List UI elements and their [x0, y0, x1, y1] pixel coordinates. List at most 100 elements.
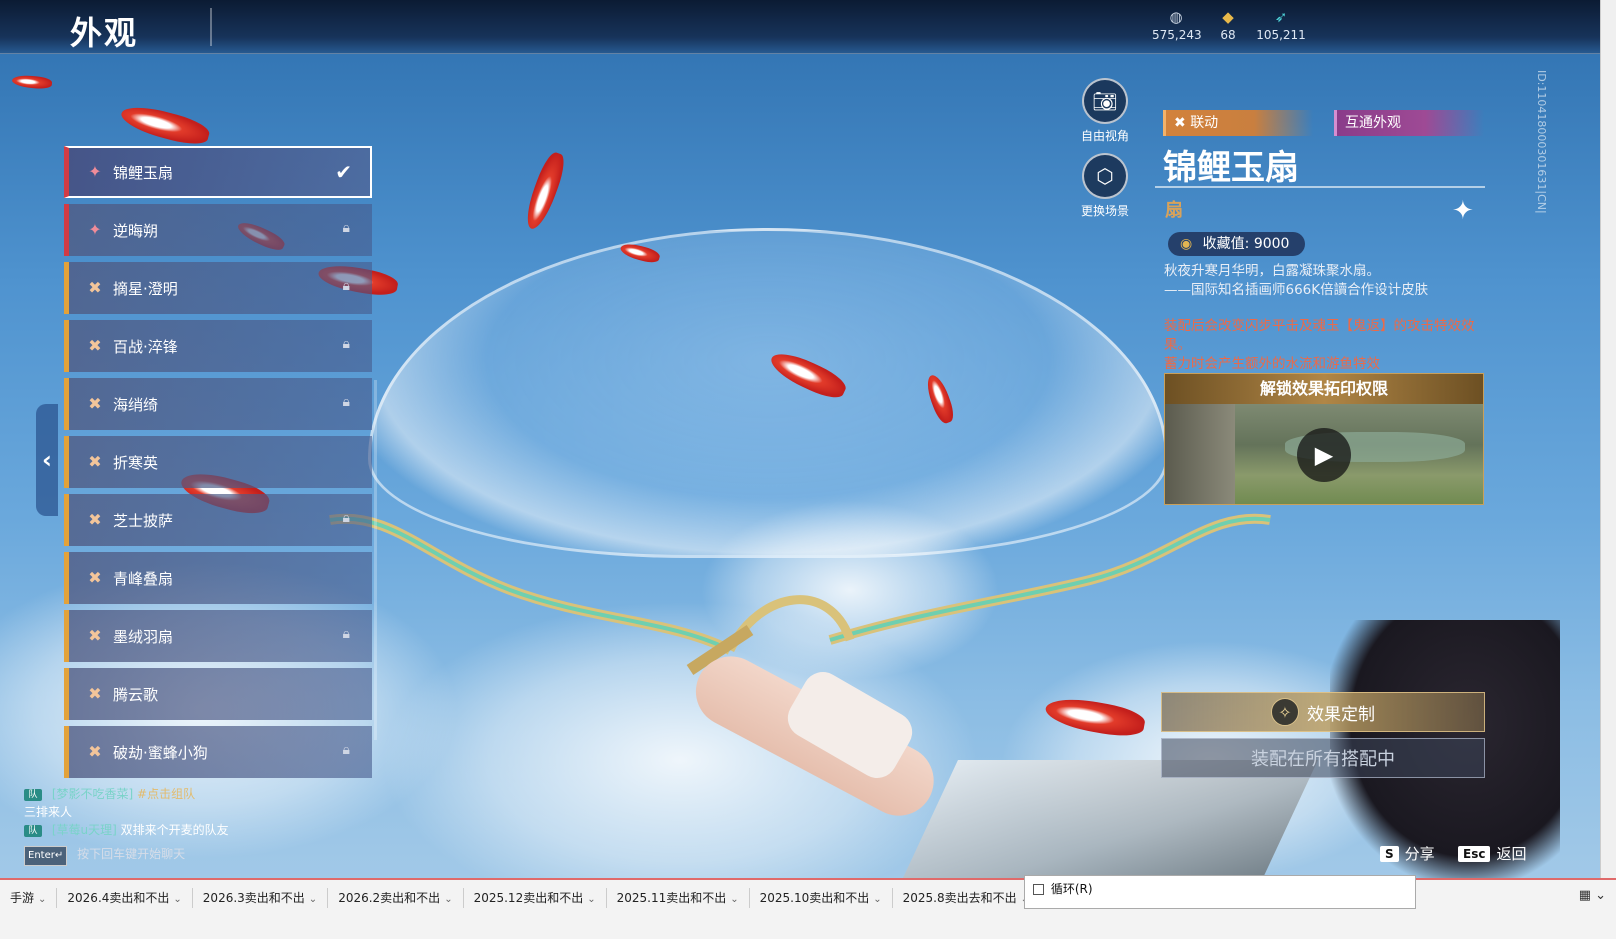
item-description: 秋夜升寒月华明，白露凝珠聚水扇。 ——国际知名插画师666K倍讀合作设计皮肤	[1164, 262, 1484, 300]
chat-box: 队 [梦影不吃香菜] #点击组队 三排来人 队 [草莓u天理] 双排来个开麦的队…	[24, 785, 384, 866]
grid-icon[interactable]: ▦ ⌄	[1579, 888, 1606, 903]
collapse-list-button[interactable]: ‹	[36, 404, 58, 516]
loop-label: 循环(R)	[1050, 882, 1093, 896]
chevron-left-icon: ‹	[42, 446, 52, 474]
wand-icon: ✧	[1271, 698, 1299, 726]
effect-custom-button[interactable]: ✧ 效果定制	[1161, 692, 1485, 732]
sheet-tab[interactable]: 2025.11卖出和不出 ⌄	[607, 888, 750, 908]
chevron-down-icon: ⌄	[587, 894, 596, 905]
collect-value-badge: ◉ 收藏值: 9000	[1168, 232, 1306, 256]
chevron-down-icon: ⌄	[38, 894, 47, 905]
effect-preview-video[interactable]: 解锁效果拓印权限 ▶	[1164, 373, 1484, 505]
free-view-label: 自由视角	[1080, 129, 1129, 143]
collab-cross-icon: ✖	[88, 452, 102, 471]
koi-fish	[11, 74, 53, 90]
chevron-down-icon: ⌄	[173, 894, 182, 905]
sheet-tab[interactable]: 2025.12卖出和不出 ⌄	[464, 888, 607, 908]
currency-ticket-value: 68	[1220, 28, 1236, 42]
lock-icon: 🔒︎	[342, 510, 350, 526]
lock-icon: 🔒︎	[342, 626, 350, 642]
lock-icon: 🔒︎	[342, 336, 350, 352]
skin-item-label: 锦鲤玉扇	[113, 163, 174, 182]
collect-coin-icon: ◉	[1180, 236, 1193, 252]
collab-cross-icon: ✖	[1174, 115, 1186, 131]
free-view-button[interactable]: 📷︎	[1082, 78, 1128, 124]
skin-item-label: 百战·淬锋	[113, 337, 178, 356]
desc-line: 秋夜升寒月华明，白露凝珠聚水扇。	[1164, 263, 1380, 279]
currency-silver: ◍ 575,243	[1152, 8, 1202, 42]
effect-line: 装配后会改变闪步平击及魂玉【鬼返】的攻击特效效果。	[1164, 318, 1475, 353]
skin-item-4[interactable]: ✖ 海绡绮 🔒︎	[64, 378, 372, 430]
collab-cross-icon: ✖	[88, 394, 102, 413]
share-label: 分享	[1404, 845, 1435, 863]
share-button[interactable]: S 分享	[1380, 843, 1435, 864]
esc-key-icon: Esc	[1458, 845, 1491, 862]
gold-ticket-icon: ◆	[1222, 8, 1234, 26]
s-key-icon: S	[1380, 845, 1399, 862]
skin-item-3[interactable]: ✖ 百战·淬锋 🔒︎	[64, 320, 372, 372]
skin-item-label: 墨绒羽扇	[113, 627, 174, 646]
currency-ticket: ◆ 68	[1212, 8, 1244, 42]
effect-custom-label: 效果定制	[1307, 704, 1375, 725]
sheet-tab[interactable]: 2025.8卖出去和不出⌄	[893, 888, 1041, 908]
skin-item-0[interactable]: ✦ 锦鲤玉扇 ✔	[64, 146, 372, 198]
collab-tag: ✖ 联动	[1163, 110, 1313, 136]
title-divider	[1155, 186, 1485, 188]
team-channel-icon: 队	[24, 788, 42, 801]
rarity-star-icon: ✦	[88, 162, 102, 181]
back-button[interactable]: Esc 返回	[1458, 843, 1526, 864]
skin-item-label: 逆晦朔	[113, 221, 159, 240]
back-label: 返回	[1496, 845, 1527, 863]
lock-icon: 🔒︎	[342, 220, 350, 236]
chat-message: 队 [草莓u天理] 双排来个开麦的队友	[24, 821, 384, 839]
loop-checkbox[interactable]	[1033, 884, 1044, 895]
top-bar: 外观 ◍ 575,243 ◆ 68 ➶ 105,211	[0, 0, 1600, 54]
chat-sender[interactable]: [梦影不吃香菜]	[52, 787, 133, 801]
play-icon[interactable]: ▶	[1297, 428, 1351, 482]
sheet-tab[interactable]: 手游 ⌄	[0, 888, 58, 908]
skin-item-9[interactable]: ✖ 腾云歌	[64, 668, 372, 720]
video-thumbnail: ▶	[1165, 404, 1483, 504]
skin-list: ✦ 锦鲤玉扇 ✔ ✦ 逆晦朔 🔒︎ ✖ 摘星·澄明 🔒︎ ✖ 百战·淬锋 🔒︎ …	[64, 146, 372, 784]
skin-item-7[interactable]: ✖ 青峰叠扇	[64, 552, 372, 604]
skin-item-8[interactable]: ✖ 墨绒羽扇 🔒︎	[64, 610, 372, 662]
sheet-tab[interactable]: 2026.3卖出和不出 ⌄	[193, 888, 329, 908]
video-rock	[1165, 404, 1235, 504]
collab-cross-icon: ✖	[88, 510, 102, 529]
sheet-tab[interactable]: 2026.2卖出和不出 ⌄	[328, 888, 464, 908]
chat-hint-text: 按下回车键开始聊天	[77, 847, 186, 861]
enter-key-icon: Enter↵	[24, 846, 68, 866]
chat-team-link[interactable]: #点击组队	[137, 787, 195, 801]
koi-fish	[118, 100, 212, 150]
list-scrollbar[interactable]	[374, 380, 377, 740]
equip-all-button[interactable]: 装配在所有搭配中	[1161, 738, 1485, 778]
sheet-tabs: 手游 ⌄ 2026.4卖出和不出 ⌄ 2026.3卖出和不出 ⌄ 2026.2卖出和不…	[0, 888, 1077, 908]
chevron-down-icon: ⌄	[873, 894, 882, 905]
check-icon: ✔	[335, 160, 352, 184]
collab-cross-icon: ✖	[88, 278, 102, 297]
skin-item-label: 折寒英	[113, 453, 159, 472]
loop-option[interactable]: 循环(R)	[1024, 875, 1416, 909]
lock-icon: 🔒︎	[342, 278, 350, 294]
skin-item-1[interactable]: ✦ 逆晦朔 🔒︎	[64, 204, 372, 256]
sheet-tab[interactable]: 2026.4卖出和不出 ⌄	[57, 888, 193, 908]
page-title: 外观	[70, 14, 139, 52]
effect-line: 蓄力时会产生额外的水流和游鱼特效	[1164, 356, 1380, 372]
feather-icon: ➶	[1274, 8, 1288, 26]
skin-item-label: 青峰叠扇	[113, 569, 174, 588]
chat-message-text: 三排来人	[24, 805, 73, 819]
chevron-down-icon: ⌄	[308, 894, 318, 905]
skin-item-2[interactable]: ✖ 摘星·澄明 🔒︎	[64, 262, 372, 314]
compass-icon[interactable]: ✦	[1452, 196, 1474, 226]
chat-sender[interactable]: [草莓u天理]	[52, 823, 117, 837]
currency-silver-value: 575,243	[1152, 28, 1202, 42]
window-scrollbar[interactable]	[1600, 0, 1616, 900]
sheet-tab[interactable]: 2025.10卖出和不出 ⌄	[750, 888, 893, 908]
skin-item-10[interactable]: ✖ 破劫·蜜蜂小狗 🔒︎	[64, 726, 372, 778]
currency-feather: ➶ 105,211	[1256, 8, 1306, 42]
skin-item-5[interactable]: ✖ 折寒英	[64, 436, 372, 488]
change-scene-button[interactable]: ⬡	[1082, 153, 1128, 199]
skin-item-6[interactable]: ✖ 芝士披萨 🔒︎	[64, 494, 372, 546]
chat-input-hint[interactable]: Enter↵ 按下回车键开始聊天	[24, 845, 384, 866]
collab-cross-icon: ✖	[88, 684, 102, 703]
